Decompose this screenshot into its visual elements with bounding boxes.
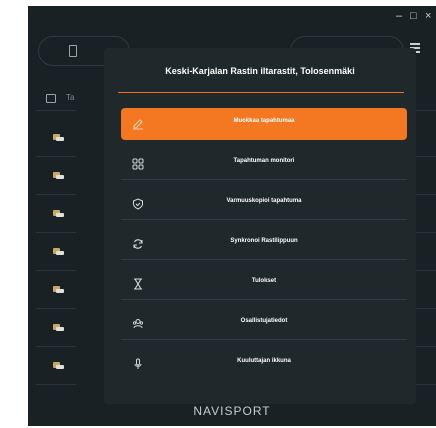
- row-divider: [36, 270, 76, 271]
- left-header-label: Ta: [66, 93, 75, 102]
- event-logo-icon: [52, 172, 66, 184]
- row-divider: [36, 156, 76, 157]
- title-divider: [118, 92, 404, 93]
- close-button[interactable]: ×: [425, 9, 431, 23]
- maximize-button[interactable]: □: [410, 9, 417, 23]
- row-divider: [36, 232, 76, 233]
- event-logo-icon: [52, 134, 66, 146]
- event-logo-icon: [52, 286, 66, 298]
- divider: [121, 339, 407, 340]
- event-logo-icon: [52, 248, 66, 260]
- menu-item-event-monitor[interactable]: Tapahtuman monitori: [121, 148, 407, 180]
- menu-item-label: Varmuuskopioi tapahtuma: [226, 198, 302, 204]
- menu-item-label: Synkronoi Rastilippuun: [230, 238, 298, 244]
- menu-item-label: Muokkaa tapahtumaa: [233, 118, 295, 124]
- calendar-icon: [46, 94, 56, 103]
- event-logo-icon: [52, 362, 66, 374]
- app-window: – □ × Ta htuma 3:303:303:303:303:303:303…: [28, 6, 436, 426]
- left-column-header: Ta: [36, 88, 76, 111]
- menu-item-backup-event[interactable]: Varmuuskopioi tapahtuma: [121, 188, 407, 220]
- title-bar: – □ ×: [28, 6, 436, 28]
- document-icon: [69, 45, 77, 57]
- divider: [121, 219, 407, 220]
- menu-item-sync-rastilippu[interactable]: Synkronoi Rastilippuun: [121, 228, 407, 260]
- minimize-button[interactable]: –: [396, 9, 402, 23]
- menu-item-label: Osallistujatiedot: [240, 318, 288, 324]
- menu-item-label: Tapahtuman monitori: [233, 158, 295, 164]
- row-divider: [36, 346, 76, 347]
- event-logo-icon: [52, 324, 66, 336]
- row-divider: [36, 194, 76, 195]
- menu-item-label: Tulokset: [251, 278, 277, 284]
- event-logo-icon: [52, 210, 66, 222]
- menu-item-participants[interactable]: Osallistujatiedot: [121, 308, 407, 340]
- menu-item-announcer-window[interactable]: Kuuluttajan ikkuna: [121, 348, 407, 380]
- divider: [121, 259, 407, 260]
- dialog-title: Keski-Karjalan Rastin iltarastit, Tolose…: [165, 66, 355, 76]
- event-actions-dialog: Keski-Karjalan Rastin iltarastit, Tolose…: [104, 48, 416, 404]
- divider: [121, 179, 407, 180]
- menu-item-edit-event[interactable]: Muokkaa tapahtumaa: [121, 108, 407, 140]
- menu-item-results[interactable]: Tulokset: [121, 268, 407, 300]
- menu-item-label: Kuuluttajan ikkuna: [237, 358, 291, 364]
- divider: [121, 299, 407, 300]
- row-divider: [36, 308, 76, 309]
- row-divider: [36, 384, 76, 385]
- navisport-logo: NAVISPORT: [193, 404, 271, 418]
